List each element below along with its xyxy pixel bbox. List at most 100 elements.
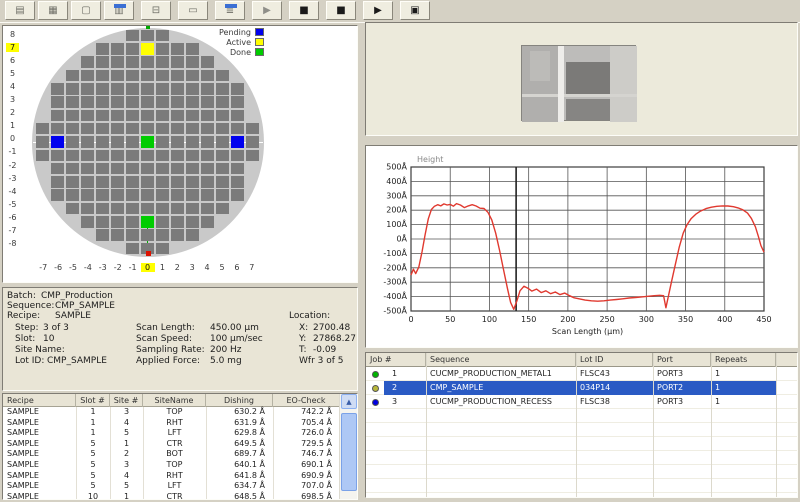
wafer-die[interactable] xyxy=(216,110,229,122)
wafer-die[interactable] xyxy=(171,56,184,68)
table-row[interactable]: SAMPLE53TOP640.1 Å690.1 Å xyxy=(3,460,340,471)
wafer-die[interactable] xyxy=(156,123,169,135)
wafer-die[interactable] xyxy=(111,203,124,215)
wafer-die[interactable] xyxy=(231,96,244,108)
wafer-die[interactable] xyxy=(186,176,199,188)
table-row[interactable]: SAMPLE13TOP630.2 Å742.2 Å xyxy=(3,407,340,418)
wafer-die-active[interactable] xyxy=(141,43,154,55)
wafer-die[interactable] xyxy=(216,176,229,188)
wafer-die[interactable] xyxy=(171,216,184,228)
wafer-die[interactable] xyxy=(81,216,94,228)
job-list-button[interactable]: ≣ xyxy=(215,1,245,20)
wafer-die[interactable] xyxy=(186,56,199,68)
wafer-die[interactable] xyxy=(36,136,49,148)
wafer-die[interactable] xyxy=(156,150,169,162)
wafer-die[interactable] xyxy=(96,136,109,148)
wafer-die[interactable] xyxy=(96,216,109,228)
wafer-die[interactable] xyxy=(246,150,259,162)
wafer-die[interactable] xyxy=(126,30,139,42)
wafer-die[interactable] xyxy=(156,96,169,108)
table-row[interactable]: SAMPLE52BOT689.7 Å746.7 Å xyxy=(3,449,340,460)
wafer-die[interactable] xyxy=(231,83,244,95)
wafer-die[interactable] xyxy=(156,110,169,122)
wafer-die[interactable] xyxy=(51,123,64,135)
wafer-die[interactable] xyxy=(156,189,169,201)
wafer-die-pending[interactable] xyxy=(231,136,244,148)
wafer-die[interactable] xyxy=(171,43,184,55)
wafer-die[interactable] xyxy=(186,150,199,162)
wafer-die[interactable] xyxy=(111,70,124,82)
wafer-die[interactable] xyxy=(66,150,79,162)
wafer-die[interactable] xyxy=(66,83,79,95)
wafer-die[interactable] xyxy=(96,123,109,135)
wafer-die[interactable] xyxy=(126,176,139,188)
wafer-die[interactable] xyxy=(201,56,214,68)
wafer-die[interactable] xyxy=(171,203,184,215)
wafer-die[interactable] xyxy=(186,229,199,241)
wafer-die[interactable] xyxy=(156,176,169,188)
wafer-die[interactable] xyxy=(141,83,154,95)
wafer-die[interactable] xyxy=(201,163,214,175)
wafer-die[interactable] xyxy=(246,123,259,135)
wafer-die[interactable] xyxy=(186,123,199,135)
table-row[interactable]: SAMPLE14RHT631.9 Å705.4 Å xyxy=(3,418,340,429)
grid-view-button[interactable]: ▦ xyxy=(38,1,68,20)
wafer-die[interactable] xyxy=(141,163,154,175)
wafer-die[interactable] xyxy=(126,110,139,122)
wafer-die-done[interactable] xyxy=(141,136,154,148)
wafer-die[interactable] xyxy=(246,136,259,148)
wafer-die[interactable] xyxy=(186,163,199,175)
wafer-die[interactable] xyxy=(36,150,49,162)
start-button[interactable]: ▶ xyxy=(252,1,282,20)
wafer-die[interactable] xyxy=(141,70,154,82)
wafer-die[interactable] xyxy=(81,96,94,108)
wafer-die[interactable] xyxy=(141,110,154,122)
wafer-die[interactable] xyxy=(156,136,169,148)
wafer-die[interactable] xyxy=(141,176,154,188)
wafer-die[interactable] xyxy=(186,70,199,82)
table-row[interactable]: SAMPLE54RHT641.8 Å690.9 Å xyxy=(3,471,340,482)
wafer-die[interactable] xyxy=(96,96,109,108)
wafer-die[interactable] xyxy=(156,70,169,82)
wafer-die[interactable] xyxy=(81,70,94,82)
wafer-die[interactable] xyxy=(81,136,94,148)
wafer-die[interactable] xyxy=(96,163,109,175)
wafer-die[interactable] xyxy=(141,123,154,135)
wafer-die[interactable] xyxy=(156,243,169,255)
wafer-die[interactable] xyxy=(111,136,124,148)
stop-button[interactable]: ■ xyxy=(289,1,319,20)
wafer-die[interactable] xyxy=(156,229,169,241)
wafer-die[interactable] xyxy=(231,150,244,162)
wafer-die[interactable] xyxy=(156,163,169,175)
wafer-die[interactable] xyxy=(141,30,154,42)
wafer-die[interactable] xyxy=(126,243,139,255)
wafer-die[interactable] xyxy=(96,176,109,188)
wafer-die[interactable] xyxy=(201,96,214,108)
wafer-die[interactable] xyxy=(186,189,199,201)
wafer-die[interactable] xyxy=(156,43,169,55)
wafer-die[interactable] xyxy=(81,189,94,201)
wafer-die[interactable] xyxy=(171,70,184,82)
wafer-die[interactable] xyxy=(96,70,109,82)
wafer-die[interactable] xyxy=(111,176,124,188)
wafer-die[interactable] xyxy=(186,203,199,215)
wafer-die[interactable] xyxy=(201,150,214,162)
wafer-die[interactable] xyxy=(156,203,169,215)
wafer-die[interactable] xyxy=(216,96,229,108)
wafer-die[interactable] xyxy=(141,96,154,108)
wafer-map-view-button[interactable]: ▤ xyxy=(5,1,35,20)
wafer-die[interactable] xyxy=(126,163,139,175)
wafer-die[interactable] xyxy=(126,203,139,215)
wafer-die[interactable] xyxy=(81,123,94,135)
wafer-die[interactable] xyxy=(111,83,124,95)
wafer-die[interactable] xyxy=(171,83,184,95)
wafer-die[interactable] xyxy=(81,56,94,68)
wafer-die[interactable] xyxy=(126,83,139,95)
wafer-die[interactable] xyxy=(126,96,139,108)
wafer-die[interactable] xyxy=(186,83,199,95)
wafer-die[interactable] xyxy=(141,189,154,201)
wafer-die[interactable] xyxy=(51,96,64,108)
wafer-die[interactable] xyxy=(81,203,94,215)
wafer-die[interactable] xyxy=(216,136,229,148)
selected-row-highlight[interactable]: 2CMP_SAMPLE034P14PORT21 xyxy=(384,381,776,395)
